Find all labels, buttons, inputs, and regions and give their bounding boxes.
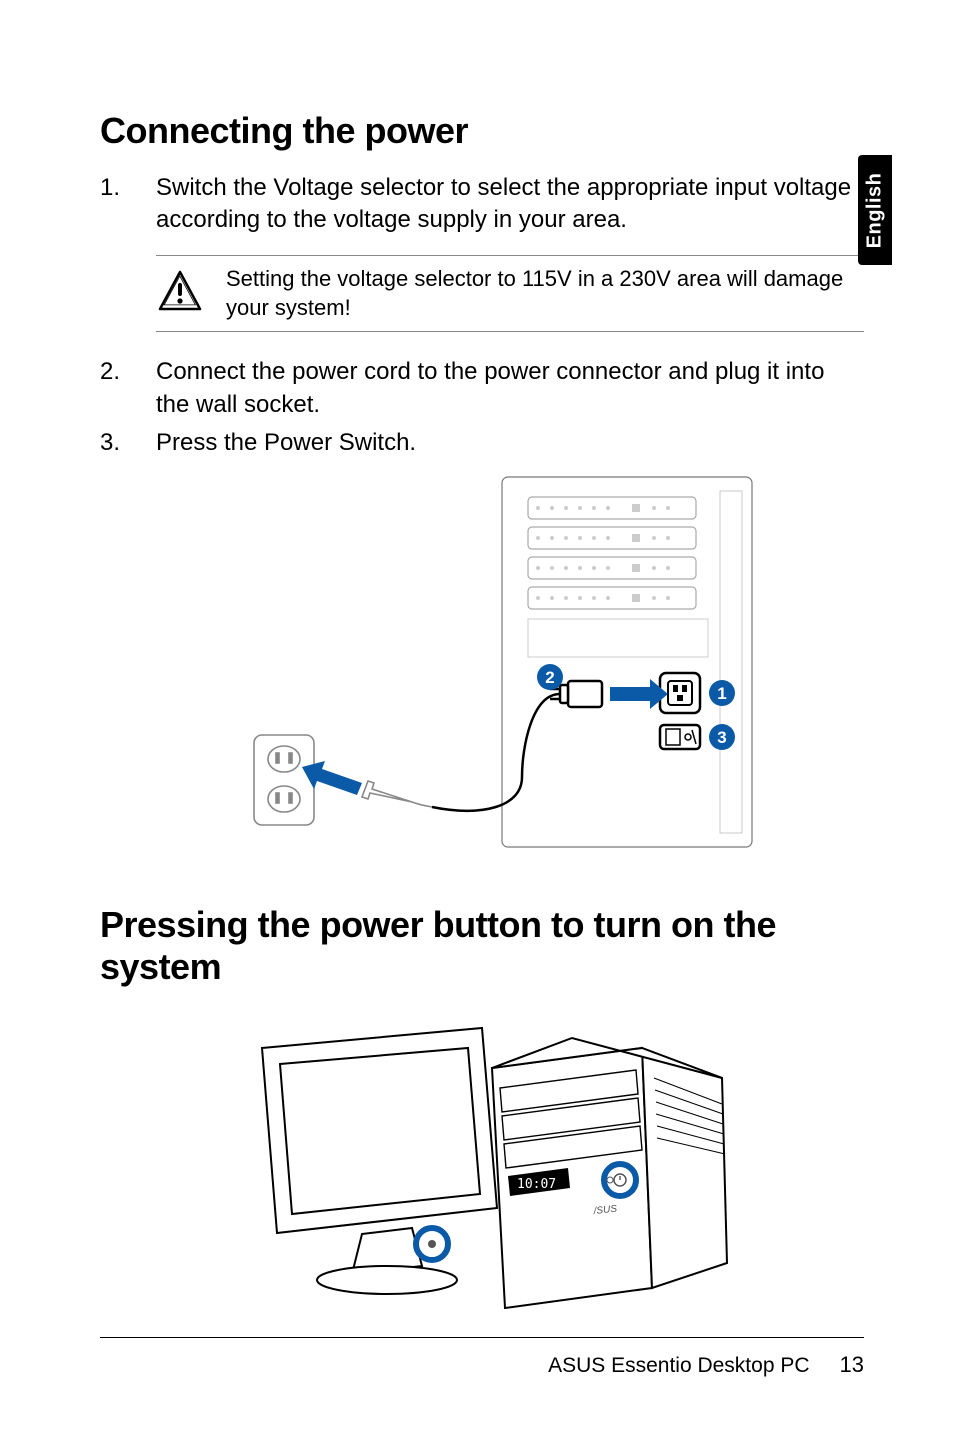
- page-footer: ASUS Essentio Desktop PC 13: [100, 1337, 864, 1378]
- step-number: 1.: [100, 172, 156, 237]
- step-number: 3.: [100, 427, 156, 459]
- heading-connecting-power: Connecting the power: [100, 110, 864, 152]
- warning-note: Setting the voltage selector to 115V in …: [156, 255, 864, 332]
- clock-display: 10:07: [517, 1177, 556, 1192]
- steps-list-1: 1. Switch the Voltage selector to select…: [100, 172, 864, 237]
- step-text: Switch the Voltage selector to select th…: [156, 172, 864, 237]
- page-number: 13: [840, 1352, 864, 1378]
- callout-2: 2: [545, 668, 554, 687]
- figure-power-connection: 2 1 3: [100, 467, 864, 862]
- steps-list-1b: 2. Connect the power cord to the power c…: [100, 356, 864, 459]
- step-text: Press the Power Switch.: [156, 427, 864, 459]
- warning-text: Setting the voltage selector to 115V in …: [226, 264, 864, 323]
- list-item: 2. Connect the power cord to the power c…: [100, 356, 864, 421]
- language-tab: English: [858, 155, 892, 265]
- figure-power-button: 10:07 /SUS: [100, 1008, 864, 1333]
- list-item: 1. Switch the Voltage selector to select…: [100, 172, 864, 237]
- heading-power-button: Pressing the power button to turn on the…: [100, 904, 864, 988]
- callout-3: 3: [717, 728, 726, 747]
- footer-title: ASUS Essentio Desktop PC: [548, 1354, 809, 1378]
- warning-icon: [156, 269, 204, 318]
- language-label: English: [864, 172, 887, 248]
- step-text: Connect the power cord to the power conn…: [156, 356, 864, 421]
- list-item: 3. Press the Power Switch.: [100, 427, 864, 459]
- step-number: 2.: [100, 356, 156, 421]
- callout-1: 1: [717, 684, 726, 703]
